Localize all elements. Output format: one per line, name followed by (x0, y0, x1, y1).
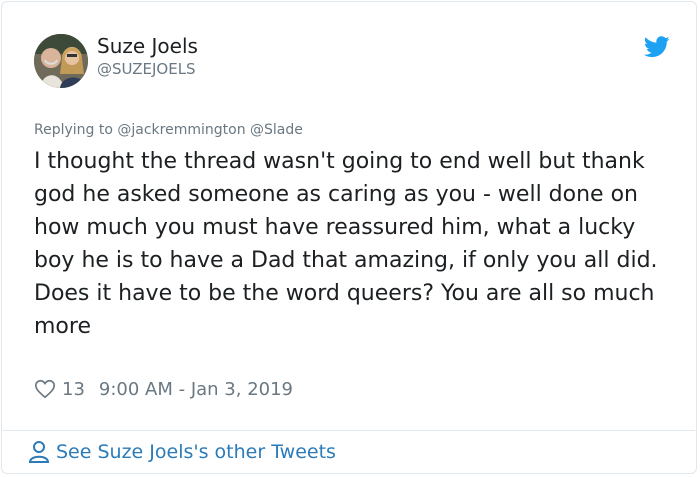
heart-icon[interactable] (34, 378, 56, 400)
see-other-tweets-link[interactable]: See Suze Joels's other Tweets (28, 440, 336, 464)
mention-link[interactable]: @Slade (250, 122, 303, 138)
timestamp[interactable]: 9:00 AM - Jan 3, 2019 (99, 379, 293, 400)
avatar-photo (34, 34, 88, 88)
tweet-text: I thought the thread wasn't going to end… (34, 145, 674, 343)
tweet-paragraph: I thought the thread wasn't going to end… (34, 149, 658, 273)
avatar[interactable] (34, 34, 88, 88)
see-other-tweets-label: See Suze Joels's other Tweets (56, 441, 336, 463)
like-count[interactable]: 13 (62, 379, 85, 400)
twitter-bird-icon[interactable] (644, 36, 670, 58)
person-icon (28, 441, 50, 463)
tweet-card: Suze Joels @SUZEJOELS Replying to @jackr… (1, 1, 697, 474)
divider (3, 430, 695, 431)
author-name[interactable]: Suze Joels (97, 34, 198, 58)
replying-prefix: Replying to (34, 122, 113, 138)
author-handle[interactable]: @SUZEJOELS (97, 60, 196, 78)
replying-to: Replying to @jackremmington @Slade (34, 122, 303, 138)
mention-link[interactable]: @jackremmington (117, 122, 245, 138)
tweet-meta: 13 9:00 AM - Jan 3, 2019 (34, 378, 293, 400)
tweet-paragraph: Does it have to be the word queers? You … (34, 281, 662, 339)
